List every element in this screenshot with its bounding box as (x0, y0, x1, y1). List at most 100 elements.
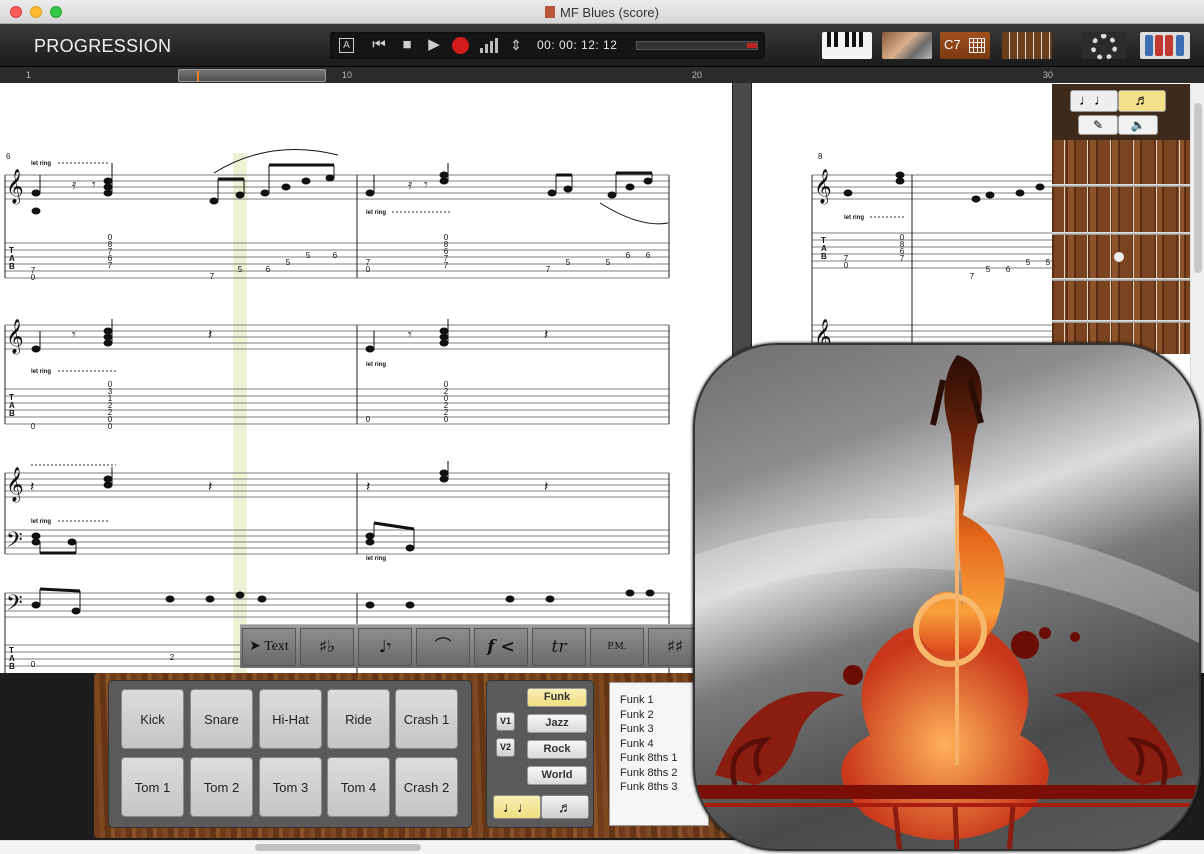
ruler-tick-label: 1 (26, 70, 32, 80)
svg-text:let ring: let ring (31, 161, 51, 167)
style-funk-button[interactable]: Funk (527, 688, 587, 707)
drum-pad-crash-2[interactable]: Crash 2 (395, 757, 458, 817)
svg-text:5: 5 (566, 258, 571, 267)
rewind-button[interactable]: ⏮ (368, 36, 390, 54)
timeline-ruler[interactable]: 1 10 20 30 (0, 66, 1204, 83)
record-button[interactable] (452, 37, 469, 54)
svg-text:7: 7 (900, 254, 905, 263)
notes-rests-tool-button[interactable]: ♩𝄾 (358, 628, 412, 666)
timecode-display: 00: 00: 12: 12 (537, 38, 618, 52)
svg-text:0: 0 (444, 415, 449, 424)
svg-text:2: 2 (170, 653, 175, 662)
drum-pad-snare[interactable]: Snare (190, 689, 253, 749)
play-button[interactable]: ▶ (423, 36, 445, 54)
svg-text:0: 0 (844, 261, 849, 270)
playhead[interactable] (197, 71, 199, 81)
svg-text:𝄽: 𝄽 (544, 479, 548, 495)
drums-icon[interactable] (882, 32, 932, 59)
window-title-text: MF Blues (score) (560, 5, 659, 20)
svg-text:7: 7 (444, 261, 449, 270)
svg-text:0: 0 (31, 273, 36, 282)
svg-text:0: 0 (31, 422, 36, 431)
svg-text:7: 7 (970, 272, 975, 281)
palm-mute-tool-button[interactable]: P.M. (590, 628, 644, 666)
pointer-icon: ➤ (249, 639, 265, 654)
mixer-icon[interactable] (1140, 32, 1190, 59)
ornaments-tool-button[interactable]: tr (532, 628, 586, 666)
text-tool-button[interactable]: ➤ Text (242, 628, 296, 666)
svg-text:0: 0 (366, 415, 371, 424)
bass-clef: 𝄢 (6, 591, 23, 621)
svg-text:let ring: let ring (366, 210, 386, 216)
sixteenth-note-mode-button[interactable]: ♬ (1118, 90, 1166, 112)
gear-icon[interactable] (1082, 32, 1126, 60)
speaker-icon[interactable]: 🔈 (1118, 115, 1158, 135)
treble-clef: 𝄞 (6, 319, 24, 355)
svg-text:5: 5 (286, 258, 291, 267)
text-mode-button[interactable]: A (339, 38, 354, 53)
drum-pad-tom-1[interactable]: Tom 1 (121, 757, 184, 817)
document-icon (545, 6, 556, 18)
accidentals-tool-button[interactable]: ♯♭ (300, 628, 354, 666)
svg-text:let ring: let ring (366, 362, 386, 368)
drum-pad-hi-hat[interactable]: Hi-Hat (259, 689, 322, 749)
guitar-treble-clef-logo (695, 355, 1199, 849)
main-toolbar: PROGRESSION A ⏮ ■ ▶ ⇕ 00: 00: 12: 12 C7 (0, 24, 1204, 66)
svg-text:6: 6 (1006, 265, 1011, 274)
svg-text:5: 5 (238, 265, 243, 274)
fretboard-icon[interactable] (1002, 32, 1052, 59)
svg-text:7: 7 (546, 265, 551, 274)
transport-bar: A ⏮ ■ ▶ ⇕ 00: 00: 12: 12 (330, 32, 765, 59)
svg-text:B: B (9, 662, 15, 671)
dynamics-tool-button[interactable]: f < (474, 628, 528, 666)
svg-text:0: 0 (108, 422, 113, 431)
svg-text:𝄾: 𝄾 (408, 327, 412, 343)
svg-text:𝄾: 𝄾 (92, 177, 96, 193)
style-rock-button[interactable]: Rock (527, 740, 587, 759)
quarter-note-toggle[interactable]: ♩♩ (493, 795, 541, 819)
stop-button[interactable]: ■ (396, 36, 418, 54)
volume-icon[interactable] (480, 38, 498, 53)
text-tool-label: Text (264, 639, 289, 654)
fretboard-panel[interactable]: ♩♩ ♬ ✎ 🔈 (1052, 84, 1190, 354)
svg-text:5: 5 (306, 251, 311, 260)
window-title: MF Blues (score) (0, 5, 1204, 20)
drum-pad-kick[interactable]: Kick (121, 689, 184, 749)
horizontal-scroll-thumb[interactable] (255, 844, 421, 851)
drum-pad-tom-3[interactable]: Tom 3 (259, 757, 322, 817)
piano-keyboard-icon[interactable] (822, 32, 872, 59)
svg-text:𝄽: 𝄽 (208, 479, 212, 495)
drum-pad-grid: Kick Snare Hi-Hat Ride Crash 1 Tom 1 Tom… (108, 680, 472, 828)
svg-text:𝄽: 𝄽 (30, 479, 34, 495)
drum-pad-tom-2[interactable]: Tom 2 (190, 757, 253, 817)
svg-text:5: 5 (1046, 258, 1051, 267)
articulation-tool-button[interactable]: ⌒ (416, 628, 470, 666)
drum-pad-ride[interactable]: Ride (327, 689, 390, 749)
notation-palette: ➤ Text ♯♭ ♩𝄾 ⌒ f < tr P.M. ♯♯ (240, 624, 710, 668)
voice-2-button[interactable]: V2 (496, 738, 515, 757)
style-jazz-button[interactable]: Jazz (527, 714, 587, 733)
svg-text:6: 6 (646, 251, 651, 260)
ruler-tick-label: 10 (342, 70, 353, 80)
voice-1-button[interactable]: V1 (496, 712, 515, 731)
sixteenth-note-toggle[interactable]: ♬ (541, 795, 589, 819)
tempo-stepper[interactable]: ⇕ (508, 36, 524, 54)
drum-pad-tom-4[interactable]: Tom 4 (327, 757, 390, 817)
treble-clef: 𝄞 (814, 169, 832, 205)
ruler-tick-label: 30 (1043, 70, 1054, 80)
chord-button[interactable]: C7 (940, 32, 990, 59)
vertical-scroll-thumb[interactable] (1194, 103, 1202, 273)
svg-text:6: 6 (266, 265, 271, 274)
drum-pad-crash-1[interactable]: Crash 1 (395, 689, 458, 749)
svg-text:let ring: let ring (31, 519, 51, 525)
fret-marker-dot (1114, 252, 1124, 262)
svg-text:B: B (821, 252, 827, 261)
timeline-scrubber[interactable] (178, 69, 326, 82)
svg-text:5: 5 (986, 265, 991, 274)
quarter-note-mode-button[interactable]: ♩♩ (1070, 90, 1118, 112)
style-selector: Funk Jazz Rock World V1 V2 ♩♩ ♬ (486, 680, 594, 828)
svg-text:𝄿: 𝄿 (72, 177, 77, 193)
style-world-button[interactable]: World (527, 766, 587, 785)
pencil-icon[interactable]: ✎ (1078, 115, 1118, 135)
pattern-list-item[interactable]: Funk 8ths 3 (610, 780, 708, 795)
